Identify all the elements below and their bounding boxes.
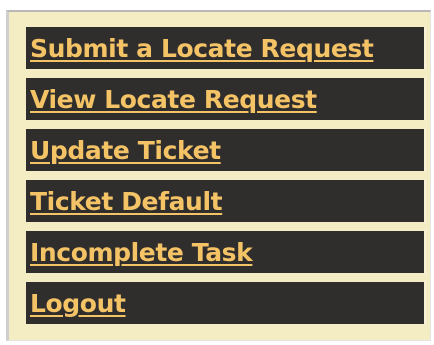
menu-item-update-ticket: Update Ticket [24,127,426,173]
logout-link[interactable]: Logout [30,289,126,318]
incomplete-task-link[interactable]: Incomplete Task [30,238,253,267]
update-ticket-link[interactable]: Update Ticket [30,136,221,165]
menu-item-submit-locate-request: Submit a Locate Request [24,25,426,71]
menu-item-incomplete-task: Incomplete Task [24,229,426,275]
menu-item-ticket-default: Ticket Default [24,178,426,224]
view-locate-request-link[interactable]: View Locate Request [30,85,317,114]
menu-item-view-locate-request: View Locate Request [24,76,426,122]
navigation-menu: Submit a Locate Request View Locate Requ… [24,25,426,326]
ticket-default-link[interactable]: Ticket Default [30,187,223,216]
submit-locate-request-link[interactable]: Submit a Locate Request [30,34,374,63]
menu-item-logout: Logout [24,280,426,326]
